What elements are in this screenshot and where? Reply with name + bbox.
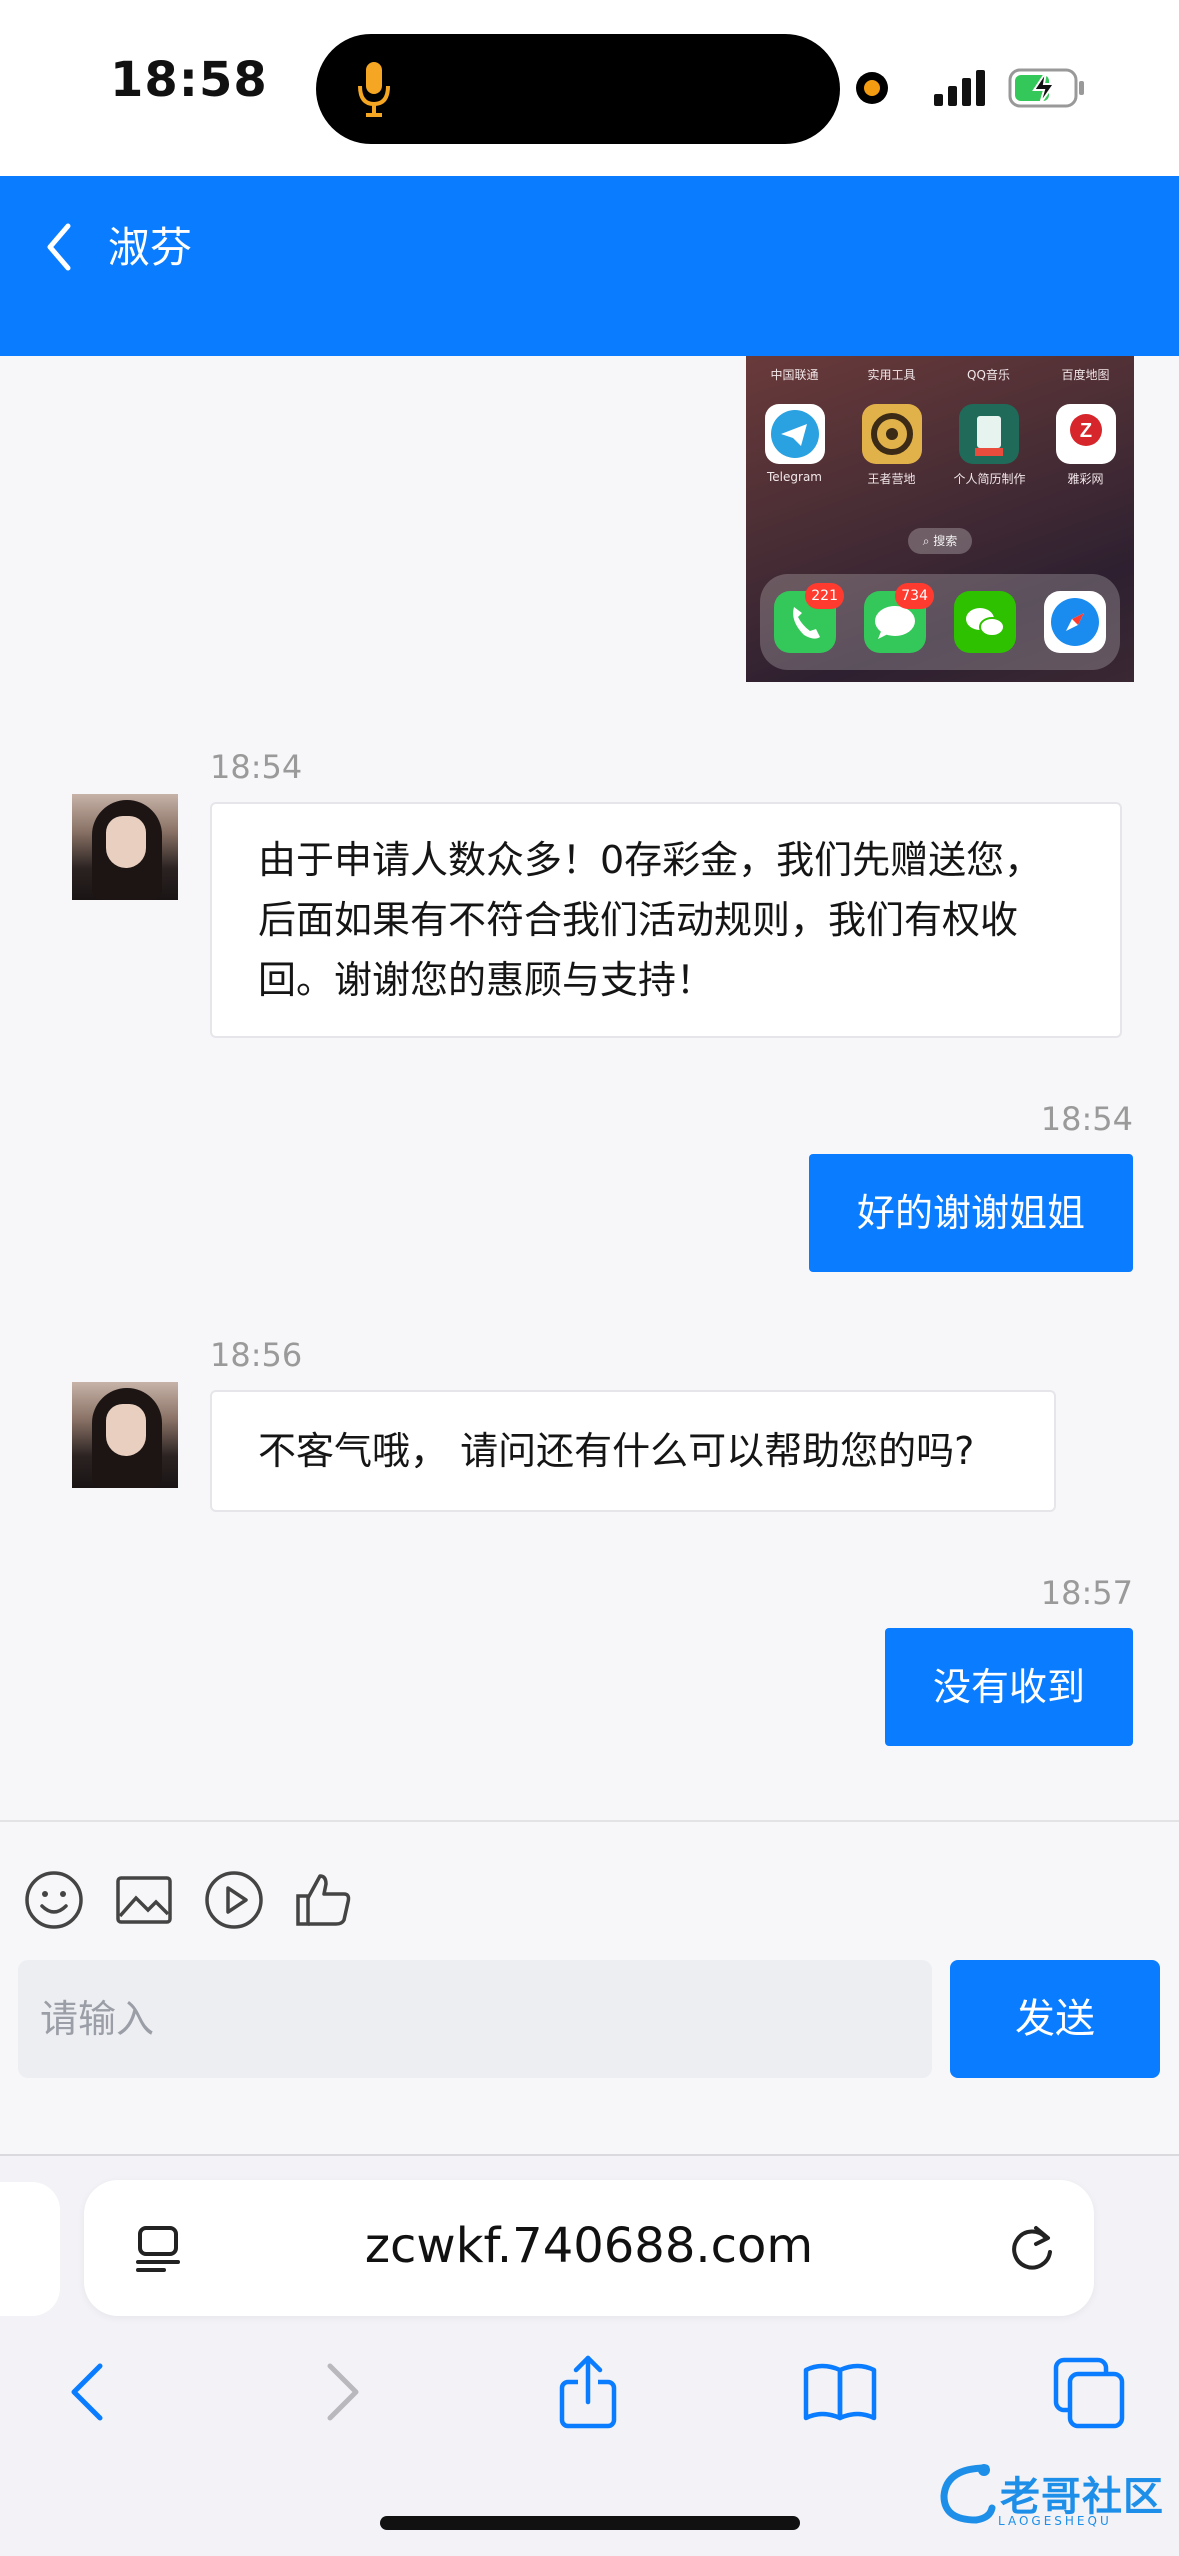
- notification-badge: 221: [805, 583, 844, 609]
- incoming-message-bubble: 由于申请人数众多！0存彩金，我们先赠送您，后面如果有不符合我们活动规则，我们有权…: [210, 802, 1122, 1038]
- thumbs-up-icon[interactable]: [292, 1868, 356, 1932]
- search-pill-label: 搜索: [933, 534, 958, 548]
- messages-icon: 734: [864, 583, 934, 653]
- svg-text:Z: Z: [1079, 420, 1091, 442]
- message-time: 18:54: [1040, 1100, 1133, 1138]
- page-menu-icon[interactable]: [134, 2224, 182, 2274]
- app-telegram: Telegram: [760, 404, 830, 487]
- telegram-icon: [764, 404, 825, 464]
- outgoing-message-bubble: 好的谢谢姐姐: [809, 1154, 1133, 1272]
- incoming-message-bubble: 不客气哦， 请问还有什么可以帮助您的吗?: [210, 1390, 1056, 1512]
- app-label: Telegram: [767, 470, 822, 484]
- status-bar: 18:58: [0, 0, 1179, 176]
- watermark-logo: 老哥社区 LAOGESHEQU: [936, 2456, 1164, 2532]
- app-label: 实用工具: [867, 368, 916, 382]
- share-icon[interactable]: [548, 2352, 628, 2432]
- dragon-logo-icon: [940, 2464, 996, 2524]
- outgoing-message-bubble: 没有收到: [885, 1628, 1133, 1746]
- battery-icon: [1008, 68, 1084, 108]
- back-icon[interactable]: [38, 212, 78, 282]
- cellular-signal-icon: [934, 70, 985, 106]
- message-time: 18:56: [210, 1336, 303, 1374]
- notification-badge: 734: [895, 583, 934, 609]
- home-screen-top-labels: 中国联通 实用工具 QQ音乐 百度地图: [746, 366, 1134, 383]
- address-bar[interactable]: zcwkf.740688.com: [84, 2180, 1094, 2316]
- shared-screenshot-image[interactable]: 中国联通 实用工具 QQ音乐 百度地图 Telegram 王者营地 个人简历制作…: [746, 356, 1134, 682]
- message-list[interactable]: 中国联通 实用工具 QQ音乐 百度地图 Telegram 王者营地 个人简历制作…: [0, 356, 1179, 1820]
- lottery-icon: Z: [1055, 404, 1116, 464]
- app-label: 雅彩网: [1067, 472, 1104, 486]
- phone-icon: 221: [774, 583, 844, 653]
- app-label: 个人简历制作: [953, 472, 1026, 486]
- emoji-icon[interactable]: [22, 1868, 86, 1932]
- url-text[interactable]: zcwkf.740688.com: [234, 2218, 944, 2274]
- microphone-icon: [358, 62, 390, 117]
- reload-icon[interactable]: [1006, 2222, 1058, 2274]
- tabs-icon[interactable]: [1050, 2352, 1130, 2432]
- status-time: 18:58: [110, 52, 268, 108]
- wechat-icon: [954, 591, 1016, 653]
- home-indicator: [380, 2516, 800, 2530]
- camera-indicator-icon: [856, 72, 888, 104]
- agent-avatar[interactable]: [72, 794, 178, 900]
- back-icon[interactable]: [48, 2352, 128, 2432]
- resume-icon: [958, 404, 1019, 464]
- app-label: 中国联通: [770, 368, 819, 382]
- message-time: 18:57: [1040, 1574, 1133, 1612]
- previous-tab-preview[interactable]: [0, 2182, 60, 2316]
- app-game-camp: 王者营地: [857, 404, 927, 487]
- bookmarks-icon[interactable]: [800, 2352, 880, 2432]
- video-icon[interactable]: [202, 1868, 266, 1932]
- watermark-subtext: LAOGESHEQU: [998, 2514, 1112, 2528]
- message-composer: 发送: [0, 1820, 1179, 2154]
- home-screen-app-row: Telegram 王者营地 个人简历制作 Z 雅彩网: [746, 404, 1134, 487]
- app-label: 百度地图: [1061, 368, 1110, 382]
- safari-icon: [1044, 591, 1106, 653]
- forward-icon[interactable]: [302, 2352, 382, 2432]
- game-camp-icon: [861, 404, 922, 464]
- app-label: QQ音乐: [967, 368, 1010, 382]
- home-dock: 221 734: [760, 574, 1120, 670]
- chat-header: 淑芬: [0, 176, 1179, 356]
- image-icon[interactable]: [112, 1868, 176, 1932]
- dynamic-island: [316, 34, 840, 144]
- app-label: 王者营地: [867, 472, 916, 486]
- home-search-pill: ⌕ 搜索: [908, 528, 972, 554]
- message-time: 18:54: [210, 748, 303, 786]
- agent-avatar[interactable]: [72, 1382, 178, 1488]
- send-button[interactable]: 发送: [950, 1960, 1160, 2078]
- message-input[interactable]: [18, 1960, 932, 2078]
- app-lottery: Z 雅彩网: [1051, 404, 1121, 487]
- app-resume: 个人简历制作: [953, 404, 1026, 487]
- chat-title: 淑芬: [108, 223, 193, 272]
